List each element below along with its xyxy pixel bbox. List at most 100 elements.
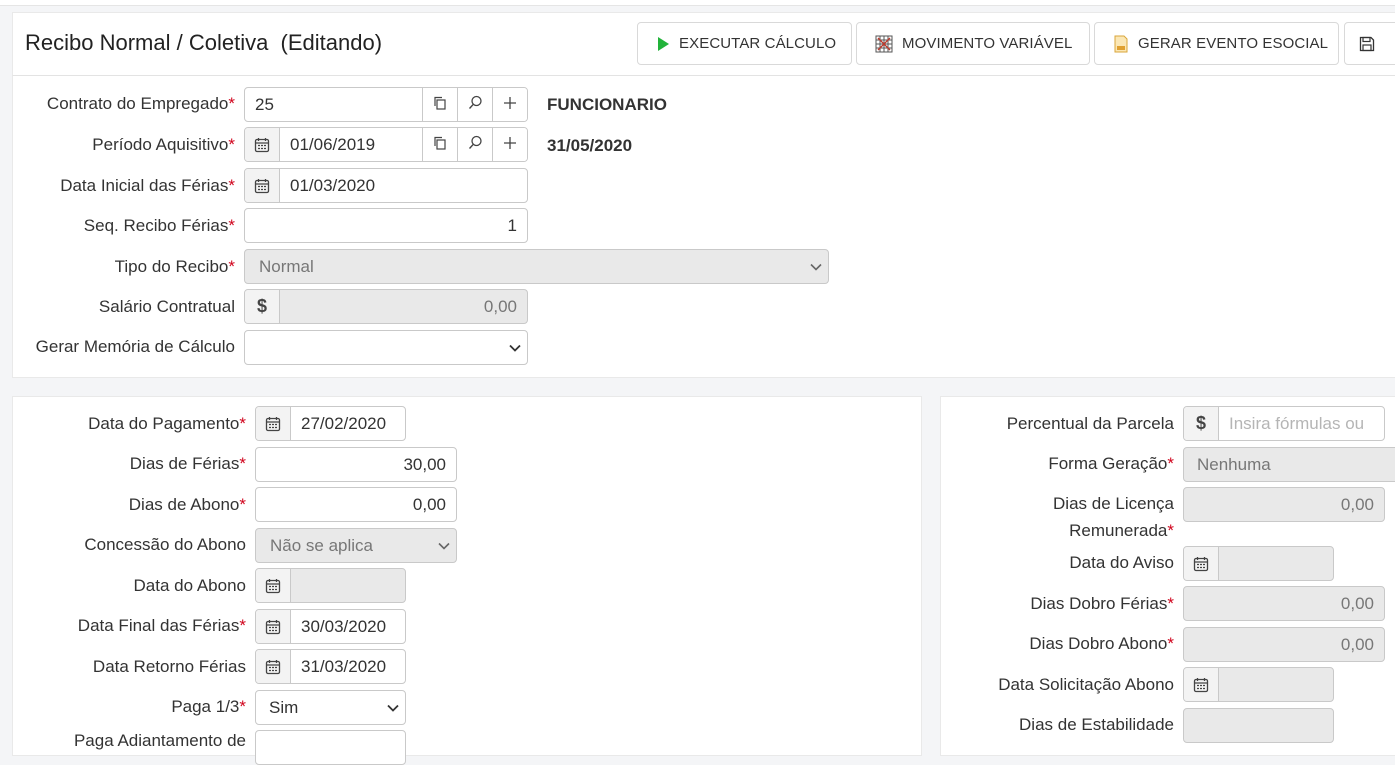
data-abono-input[interactable] xyxy=(291,569,405,602)
search-icon xyxy=(468,95,483,115)
plus-icon xyxy=(503,95,517,115)
concessao-abono-select[interactable]: Não se aplica xyxy=(255,528,457,563)
dias-ferias-field[interactable]: 30,00 xyxy=(255,447,457,482)
dias-ferias-input[interactable]: 30,00 xyxy=(256,448,456,481)
dias-dobro-abono-input[interactable]: 0,00 xyxy=(1184,628,1384,661)
paga-adiantamento-label: Paga Adiantamento de xyxy=(73,731,246,750)
data-solicitacao-label: Data Solicitação Abono xyxy=(998,675,1174,694)
dias-abono-input[interactable]: 0,00 xyxy=(256,488,456,521)
concessao-abono-label: Concessão do Abono xyxy=(84,535,246,554)
dias-dobro-ferias-label: Dias Dobro Férias* xyxy=(1030,594,1174,613)
calendar-icon[interactable] xyxy=(256,650,291,683)
data-retorno-input[interactable]: 31/03/2020 xyxy=(291,650,405,683)
dias-ferias-label: Dias de Férias* xyxy=(129,454,246,473)
paga-terco-value: Sim xyxy=(269,698,299,717)
gerar-evento-esocial-label: GERAR EVENTO ESOCIAL xyxy=(1138,35,1329,52)
data-aviso-input[interactable] xyxy=(1219,547,1333,580)
paga-adiantamento-select[interactable] xyxy=(255,730,406,765)
calendar-icon[interactable] xyxy=(245,169,280,202)
search-icon xyxy=(468,135,483,155)
dias-estabilidade-label: Dias de Estabilidade xyxy=(1019,715,1174,734)
calendar-icon[interactable] xyxy=(1184,668,1219,701)
calendar-icon[interactable] xyxy=(1184,547,1219,580)
chevron-down-icon xyxy=(804,250,828,283)
executar-calculo-button[interactable]: EXECUTAR CÁLCULO xyxy=(637,22,852,65)
percentual-field[interactable]: $ Insira fórmulas ou xyxy=(1183,406,1385,441)
salario-label: Salário Contratual xyxy=(98,297,235,316)
data-abono-label: Data do Abono xyxy=(133,576,246,595)
gerar-evento-esocial-button[interactable]: GERAR EVENTO ESOCIAL xyxy=(1094,22,1339,65)
data-final-input[interactable]: 30/03/2020 xyxy=(291,610,405,643)
play-icon xyxy=(656,34,670,54)
copy-button[interactable] xyxy=(422,128,457,161)
calendar-icon[interactable] xyxy=(256,569,291,602)
data-abono-field[interactable] xyxy=(255,568,406,603)
dias-abono-field[interactable]: 0,00 xyxy=(255,487,457,522)
percentual-input[interactable]: Insira fórmulas ou xyxy=(1219,407,1384,440)
dias-dobro-ferias-input[interactable]: 0,00 xyxy=(1184,587,1384,620)
data-final-field[interactable]: 30/03/2020 xyxy=(255,609,406,644)
save-icon xyxy=(1357,34,1377,54)
top-strip xyxy=(0,0,1395,6)
tipo-recibo-label: Tipo do Recibo* xyxy=(114,257,235,276)
add-button[interactable] xyxy=(492,88,527,121)
seq-recibo-field[interactable]: 1 xyxy=(244,208,528,243)
add-button[interactable] xyxy=(492,128,527,161)
search-button[interactable] xyxy=(457,88,492,121)
paga-terco-select[interactable]: Sim xyxy=(255,690,406,725)
esocial-doc-icon xyxy=(1113,34,1129,54)
chevron-down-icon xyxy=(381,691,405,724)
dollar-icon: $ xyxy=(245,290,280,323)
periodo-field[interactable]: 01/06/2019 xyxy=(244,127,528,162)
memoria-select[interactable] xyxy=(244,330,528,365)
data-inicial-field[interactable]: 01/03/2020 xyxy=(244,168,528,203)
search-button[interactable] xyxy=(457,128,492,161)
dias-estabilidade-input[interactable] xyxy=(1184,709,1333,742)
forma-geracao-value: Nenhuma xyxy=(1197,455,1271,474)
data-pagamento-field[interactable]: 27/02/2020 xyxy=(255,406,406,441)
dollar-icon: $ xyxy=(1184,407,1219,440)
periodo-input[interactable]: 01/06/2019 xyxy=(280,128,422,161)
copy-button[interactable] xyxy=(422,88,457,121)
contrato-field[interactable]: 25 xyxy=(244,87,528,122)
data-inicial-label: Data Inicial das Férias* xyxy=(60,176,235,195)
data-aviso-label: Data do Aviso xyxy=(1069,553,1174,572)
data-pagamento-input[interactable]: 27/02/2020 xyxy=(291,407,405,440)
data-solicitacao-input[interactable] xyxy=(1219,668,1333,701)
paga-terco-label: Paga 1/3* xyxy=(171,697,246,716)
forma-geracao-select[interactable]: Nenhuma xyxy=(1183,447,1395,482)
contrato-input[interactable]: 25 xyxy=(245,88,422,121)
executar-calculo-label: EXECUTAR CÁLCULO xyxy=(679,35,837,52)
salario-input[interactable]: 0,00 xyxy=(280,290,527,323)
periodo-fim: 31/05/2020 xyxy=(547,136,633,155)
memoria-label: Gerar Memória de Cálculo xyxy=(35,337,235,356)
calendar-icon[interactable] xyxy=(256,610,291,643)
chevron-down-icon xyxy=(432,529,456,562)
seq-recibo-input[interactable]: 1 xyxy=(245,209,527,242)
dias-estabilidade-field[interactable] xyxy=(1183,708,1334,743)
percentual-label: Percentual da Parcela xyxy=(1006,414,1174,433)
dias-licenca-input[interactable]: 0,00 xyxy=(1184,488,1384,521)
data-retorno-field[interactable]: 31/03/2020 xyxy=(255,649,406,684)
dias-licenca-field[interactable]: 0,00 xyxy=(1183,487,1385,522)
tipo-recibo-select[interactable]: Normal xyxy=(244,249,829,284)
movimento-variavel-button[interactable]: MOVIMENTO VARIÁVEL xyxy=(856,22,1090,65)
page-title: Recibo Normal / Coletiva (Editando) xyxy=(25,30,383,55)
salario-field[interactable]: $ 0,00 xyxy=(244,289,528,324)
data-solicitacao-field[interactable] xyxy=(1183,667,1334,702)
save-button[interactable] xyxy=(1344,22,1395,65)
periodo-label: Período Aquisitivo* xyxy=(92,135,235,154)
dias-dobro-abono-field[interactable]: 0,00 xyxy=(1183,627,1385,662)
data-inicial-input[interactable]: 01/03/2020 xyxy=(280,169,527,202)
dias-licenca-label: Dias de Licença Remunerada* xyxy=(1053,494,1174,540)
data-final-label: Data Final das Férias* xyxy=(77,616,246,635)
percentual-placeholder: Insira fórmulas ou xyxy=(1229,414,1365,433)
movimento-variavel-label: MOVIMENTO VARIÁVEL xyxy=(902,35,1073,52)
data-aviso-field[interactable] xyxy=(1183,546,1334,581)
calendar-icon[interactable] xyxy=(256,407,291,440)
calendar-icon[interactable] xyxy=(245,128,280,161)
data-pagamento-label: Data do Pagamento* xyxy=(88,414,246,433)
seq-recibo-label: Seq. Recibo Férias* xyxy=(83,216,235,235)
dias-dobro-ferias-field[interactable]: 0,00 xyxy=(1183,586,1385,621)
grid-icon xyxy=(875,34,893,54)
